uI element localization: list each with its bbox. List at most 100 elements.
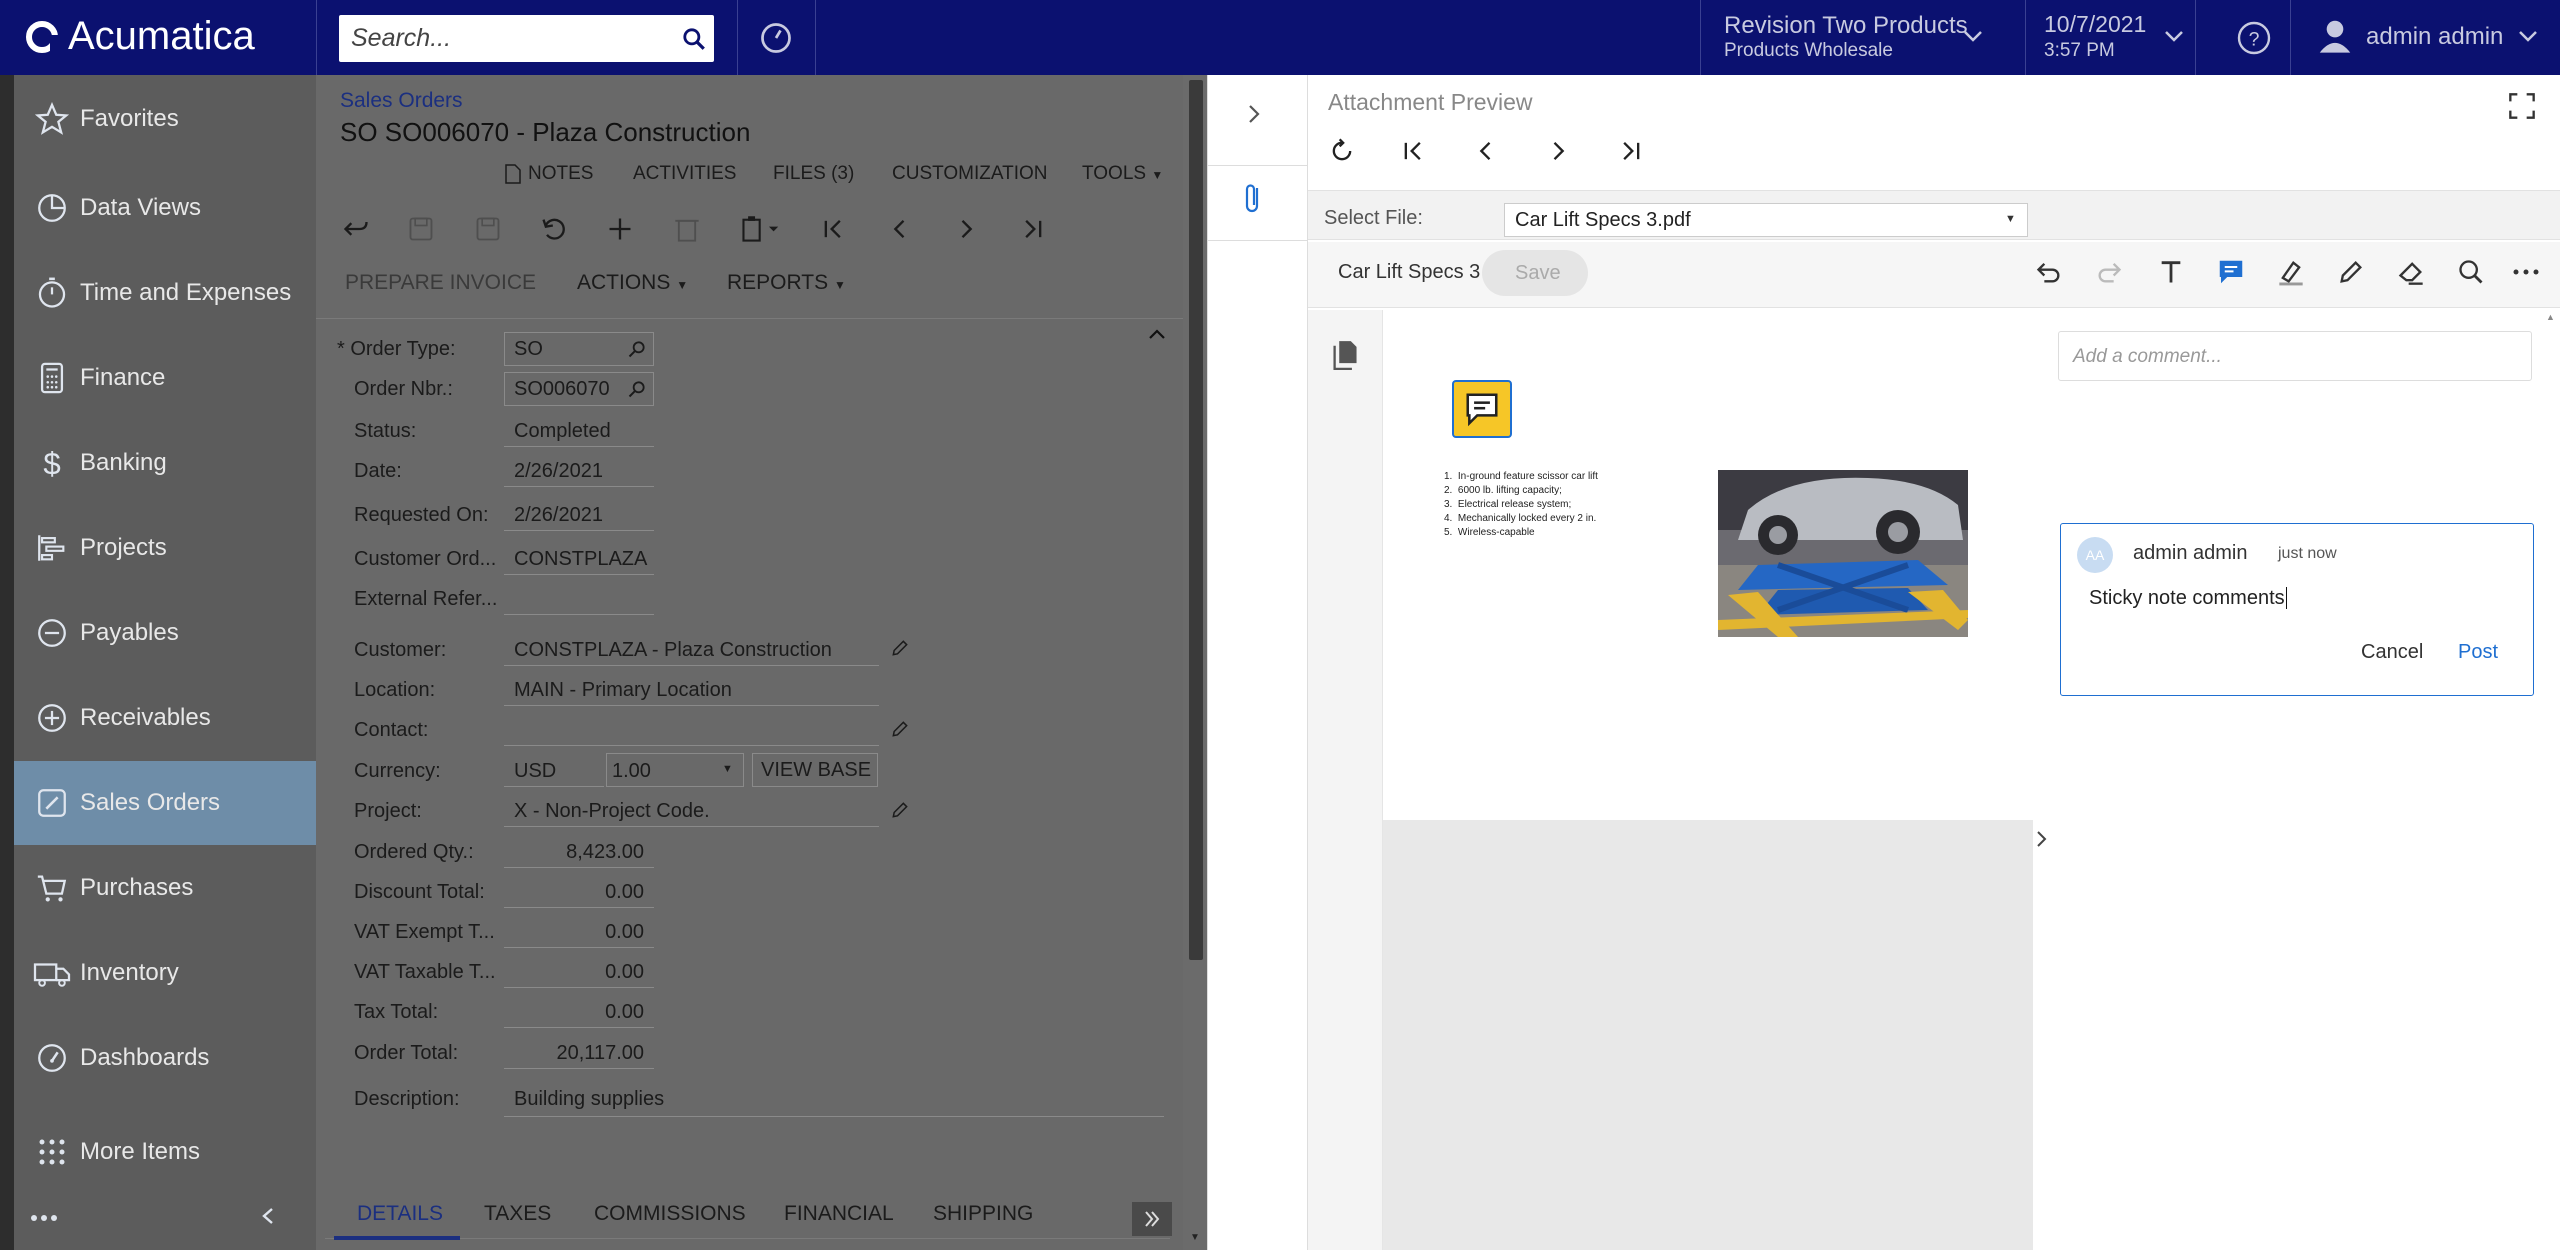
user-menu[interactable]: admin admin bbox=[2290, 0, 2560, 75]
pages-icon[interactable] bbox=[1332, 340, 1358, 375]
search-icon[interactable] bbox=[674, 26, 714, 52]
eraser-icon[interactable] bbox=[2397, 258, 2425, 291]
date-selector[interactable]: 10/7/2021 3:57 PM bbox=[2025, 0, 2195, 75]
search-icon[interactable] bbox=[2457, 258, 2485, 291]
vat-exempt-label: VAT Exempt T... bbox=[354, 921, 495, 943]
next-record-icon[interactable] bbox=[952, 215, 980, 248]
company-selector[interactable]: Revision Two Products Products Wholesale bbox=[1700, 0, 2025, 75]
last-record-icon[interactable] bbox=[1018, 215, 1046, 248]
first-attachment-icon[interactable] bbox=[1400, 137, 1428, 170]
scrollbar-thumb[interactable] bbox=[1189, 80, 1203, 960]
edit-pencil-icon[interactable] bbox=[890, 719, 910, 744]
star-icon bbox=[14, 102, 80, 136]
text-tool-icon[interactable] bbox=[2157, 258, 2185, 291]
lookup-icon[interactable] bbox=[627, 379, 647, 404]
post-button[interactable]: Post bbox=[2458, 641, 2498, 664]
history-icon[interactable] bbox=[758, 20, 794, 61]
next-attachment-icon[interactable] bbox=[1544, 137, 1572, 170]
undo-icon[interactable] bbox=[2035, 258, 2063, 291]
sidebar-item-finance[interactable]: Finance bbox=[14, 336, 316, 420]
more-tabs-button[interactable] bbox=[1132, 1202, 1172, 1236]
project-value[interactable]: X - Non-Project Code. bbox=[514, 800, 710, 823]
more-options-icon[interactable] bbox=[30, 1210, 58, 1228]
search-input[interactable]: Search... bbox=[339, 15, 714, 62]
sidebar-item-sales-orders[interactable]: Sales Orders bbox=[14, 761, 316, 845]
sidebar-item-favorites[interactable]: Favorites bbox=[14, 77, 316, 161]
edit-pencil-icon[interactable] bbox=[890, 638, 910, 663]
select-file-dropdown[interactable]: Car Lift Specs 3.pdf ▼ bbox=[1504, 203, 2028, 237]
sidebar-item-projects[interactable]: Projects bbox=[14, 506, 316, 590]
customization-link[interactable]: CUSTOMIZATION bbox=[892, 163, 1048, 185]
add-icon[interactable] bbox=[606, 215, 634, 248]
divider bbox=[737, 0, 738, 75]
last-attachment-icon[interactable] bbox=[1616, 137, 1644, 170]
pencil-icon[interactable] bbox=[2337, 258, 2365, 291]
tools-menu[interactable]: TOOLS ▼ bbox=[1082, 163, 1163, 185]
highlighter-icon[interactable] bbox=[2277, 258, 2305, 291]
customer-ord-value[interactable]: CONSTPLAZA bbox=[514, 548, 647, 571]
tab-taxes[interactable]: TAXES bbox=[484, 1202, 551, 1226]
sidebar-item-purchases[interactable]: Purchases bbox=[14, 846, 316, 930]
previous-record-icon[interactable] bbox=[886, 215, 914, 248]
comment-text-input[interactable]: Sticky note comments bbox=[2089, 587, 2287, 610]
sidebar-item-receivables[interactable]: Receivables bbox=[14, 676, 316, 760]
requested-on-value[interactable]: 2/26/2021 bbox=[514, 504, 603, 527]
location-value[interactable]: MAIN - Primary Location bbox=[514, 679, 732, 702]
tab-details[interactable]: DETAILS bbox=[357, 1202, 443, 1226]
divider bbox=[504, 987, 654, 988]
contact-field[interactable] bbox=[504, 745, 879, 746]
customer-value[interactable]: CONSTPLAZA - Plaza Construction bbox=[514, 639, 832, 662]
collapse-sidebar-icon[interactable] bbox=[260, 1206, 276, 1231]
currency-value[interactable]: USD bbox=[514, 760, 556, 783]
tab-financial[interactable]: FINANCIAL bbox=[784, 1202, 894, 1226]
refresh-icon[interactable] bbox=[1328, 137, 1356, 170]
activities-link[interactable]: ACTIVITIES bbox=[633, 163, 736, 185]
first-record-icon[interactable] bbox=[820, 215, 848, 248]
reports-menu[interactable]: REPORTS ▼ bbox=[727, 271, 846, 295]
previous-attachment-icon[interactable] bbox=[1472, 137, 1500, 170]
sidebar-item-more-items[interactable]: More Items bbox=[14, 1110, 316, 1194]
external-ref-field[interactable] bbox=[504, 614, 654, 615]
cancel-button[interactable]: Cancel bbox=[2361, 641, 2423, 664]
divider bbox=[504, 1027, 654, 1028]
sidebar-item-inventory[interactable]: Inventory bbox=[14, 931, 316, 1015]
files-link[interactable]: FILES (3) bbox=[773, 163, 854, 185]
sidebar-item-time-and-expenses[interactable]: Time and Expenses bbox=[14, 251, 316, 335]
date-value[interactable]: 2/26/2021 bbox=[514, 460, 603, 483]
sidebar-item-dashboards[interactable]: Dashboards bbox=[14, 1016, 316, 1100]
edit-pencil-icon[interactable] bbox=[890, 800, 910, 825]
expand-comments-icon[interactable] bbox=[2034, 828, 2050, 855]
lookup-icon[interactable] bbox=[627, 339, 647, 364]
scroll-down-icon[interactable]: ▼ bbox=[1190, 1232, 1200, 1243]
collapse-panel-icon[interactable] bbox=[1242, 100, 1266, 133]
search-placeholder: Search... bbox=[351, 24, 452, 52]
list-item: 1. In-ground feature scissor car lift bbox=[1444, 471, 1598, 482]
requested-on-label: Requested On: bbox=[354, 504, 489, 526]
undo-icon[interactable] bbox=[540, 215, 568, 248]
collapse-header-icon[interactable] bbox=[1147, 327, 1167, 346]
sidebar-item-data-views[interactable]: Data Views bbox=[14, 166, 316, 250]
sidebar-item-banking[interactable]: $ Banking bbox=[14, 421, 316, 505]
sticky-note-annotation[interactable] bbox=[1452, 380, 1512, 438]
tab-shipping[interactable]: SHIPPING bbox=[933, 1202, 1033, 1226]
actions-menu[interactable]: ACTIONS ▼ bbox=[577, 271, 688, 295]
caret-down-icon: ▼ bbox=[2005, 213, 2016, 225]
help-icon[interactable]: ? bbox=[2236, 20, 2272, 61]
sticky-note-tool-icon[interactable] bbox=[2216, 257, 2246, 292]
breadcrumb[interactable]: Sales Orders bbox=[340, 89, 463, 113]
description-value[interactable]: Building supplies bbox=[514, 1088, 664, 1111]
sidebar-item-payables[interactable]: Payables bbox=[14, 591, 316, 675]
back-icon[interactable] bbox=[342, 215, 370, 248]
copy-paste-icon[interactable] bbox=[740, 215, 784, 248]
paperclip-icon[interactable] bbox=[1242, 180, 1266, 221]
fullscreen-icon[interactable] bbox=[2508, 92, 2536, 125]
tab-commissions[interactable]: COMMISSIONS bbox=[594, 1202, 746, 1226]
comment-time: just now bbox=[2278, 545, 2337, 562]
add-comment-input[interactable]: Add a comment... bbox=[2058, 331, 2532, 381]
save-button[interactable]: Save bbox=[1482, 250, 1588, 296]
scroll-up-icon[interactable]: ▲ bbox=[2546, 312, 2555, 322]
divider bbox=[504, 530, 654, 531]
logo[interactable]: Acumatica bbox=[26, 14, 255, 59]
more-options-icon[interactable] bbox=[2512, 265, 2540, 283]
notes-link[interactable]: NOTES bbox=[528, 163, 593, 185]
